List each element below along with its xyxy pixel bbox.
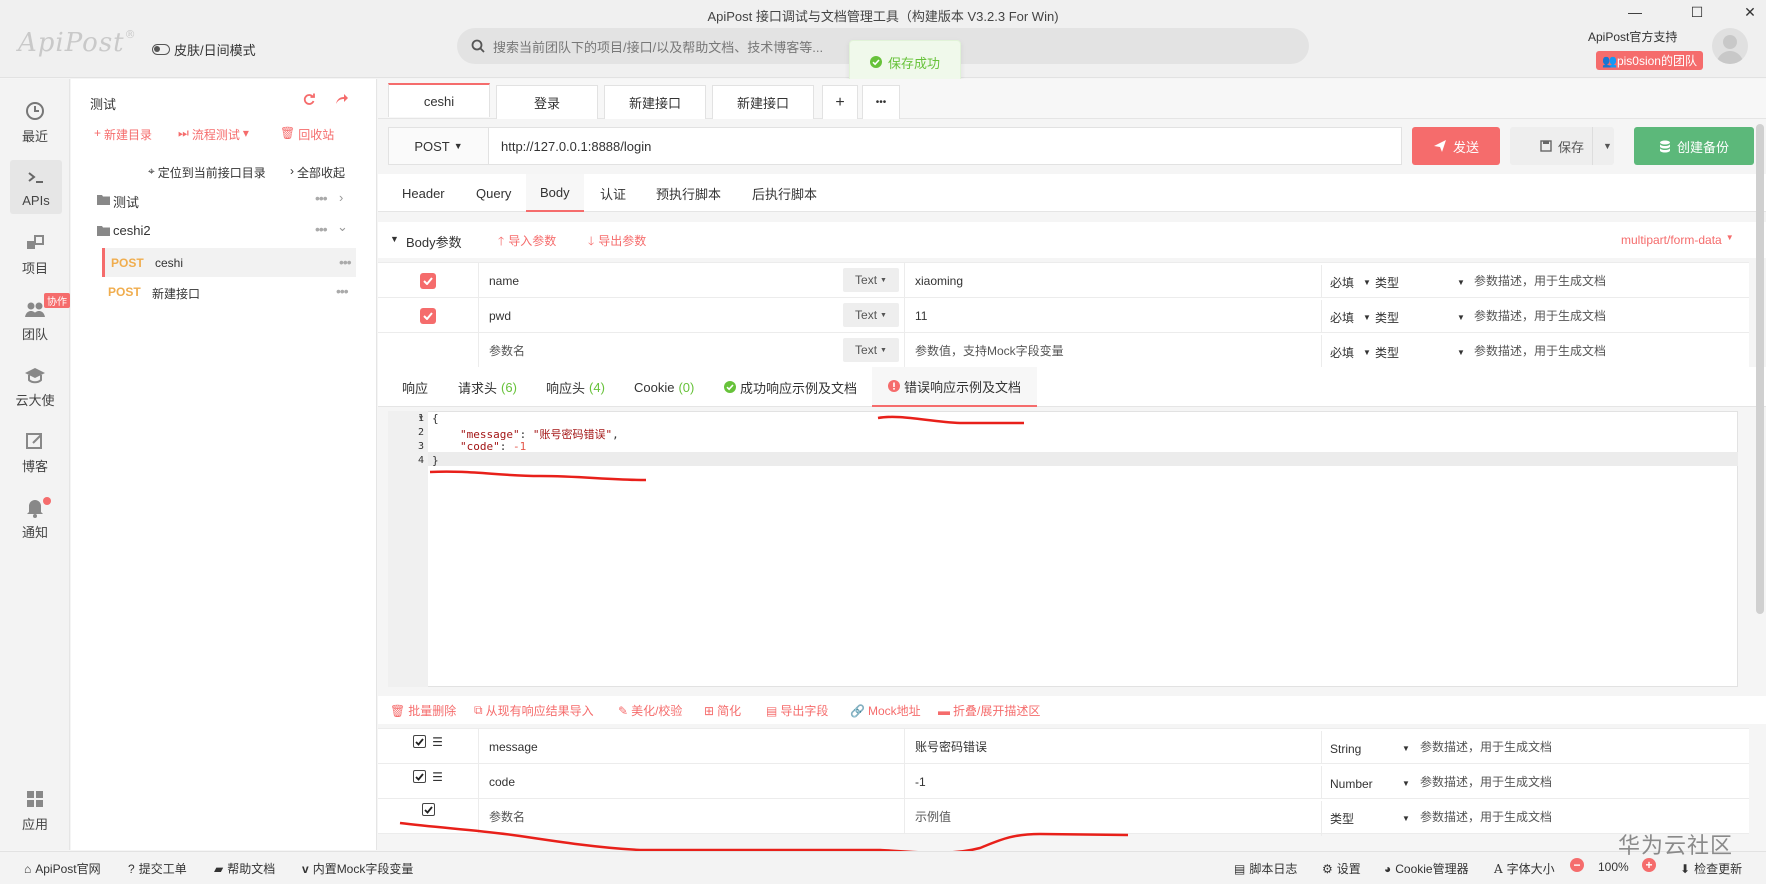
book-icon: ▰ xyxy=(214,861,224,876)
zoom-level: 100% xyxy=(1598,860,1629,874)
download-icon: ⬇ xyxy=(1680,861,1691,876)
settings-button[interactable]: ⚙ 设置 xyxy=(1322,860,1361,877)
minus-circle-icon: − xyxy=(1570,858,1584,872)
check-update-button[interactable]: ⬇ 检查更新 xyxy=(1680,860,1742,877)
pie-icon: ◕ xyxy=(1384,861,1392,876)
font-size-label: A 字体大小 xyxy=(1494,861,1555,877)
mock-vars-link[interactable]: v 内置Mock字段变量 xyxy=(302,860,413,877)
watermark: 华为云社区 xyxy=(1618,833,1734,858)
gear-icon: ⚙ xyxy=(1322,861,1333,876)
script-log-button[interactable]: ▤ 脚本日志 xyxy=(1234,860,1297,877)
log-icon: ▤ xyxy=(1234,861,1246,876)
zoom-in-button[interactable]: + xyxy=(1642,858,1656,872)
official-site-link[interactable]: ⌂ ApiPost官网 xyxy=(24,860,101,877)
home-icon: ⌂ xyxy=(24,861,32,876)
question-icon: ? xyxy=(128,861,135,876)
help-docs-link[interactable]: ▰ 帮助文档 xyxy=(214,860,275,877)
zoom-out-button[interactable]: − xyxy=(1570,858,1584,872)
cookie-manager-button[interactable]: ◕ Cookie管理器 xyxy=(1384,860,1469,877)
font-icon: A xyxy=(1494,861,1503,876)
submit-ticket-link[interactable]: ? 提交工单 xyxy=(128,860,187,877)
v-icon: v xyxy=(302,861,309,876)
red-annotation-strokes xyxy=(399,415,1129,855)
plus-circle-icon: + xyxy=(1642,858,1656,872)
